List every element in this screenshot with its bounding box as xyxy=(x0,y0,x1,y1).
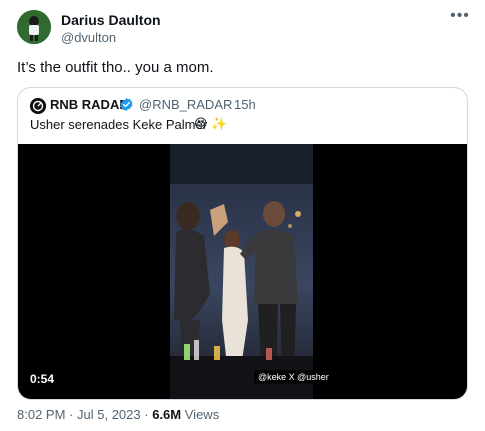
video-player[interactable]: 0:54 @keke X @usher xyxy=(18,144,467,399)
separator-dot: · xyxy=(69,407,74,422)
sparkles-emoji: ✨ xyxy=(211,116,228,131)
heart-eyes-emoji: 😍 xyxy=(194,116,208,131)
video-caption-tag: @keke X @usher xyxy=(254,370,333,384)
tweet-text: It’s the outfit tho.. you a mom. xyxy=(17,59,214,76)
quoted-tweet-text: Usher serenades Keke Palmer xyxy=(30,117,208,132)
video-frame xyxy=(170,144,313,399)
views-label: Views xyxy=(184,407,220,422)
tweet-metadata: 8:02 PM · Jul 5, 2023 · 6.6M Views xyxy=(17,407,219,422)
avatar[interactable] xyxy=(17,10,51,44)
rnb-radar-logo-icon xyxy=(30,98,46,114)
quoted-author-handle: @RNB_RADAR xyxy=(139,97,233,112)
separator-dot: · xyxy=(225,97,230,112)
author-name[interactable]: Darius Daulton xyxy=(61,12,161,28)
verified-badge-icon xyxy=(119,97,134,112)
quoted-timestamp: 15h xyxy=(234,97,256,112)
more-dots-icon[interactable]: ••• xyxy=(448,8,472,25)
tweet-date[interactable]: Jul 5, 2023 xyxy=(77,407,141,422)
author-handle[interactable]: @dvulton xyxy=(61,30,116,45)
video-duration: 0:54 xyxy=(30,372,55,386)
separator-dot: · xyxy=(144,407,149,422)
tweet-time[interactable]: 8:02 PM xyxy=(17,407,65,422)
quoted-tweet[interactable]: RNB RADAR @RNB_RADAR · 15h Usher serenad… xyxy=(17,87,468,400)
views-count: 6.6M xyxy=(152,407,182,422)
avatar-image xyxy=(17,10,51,44)
quoted-author-name: RNB RADAR xyxy=(50,97,129,112)
